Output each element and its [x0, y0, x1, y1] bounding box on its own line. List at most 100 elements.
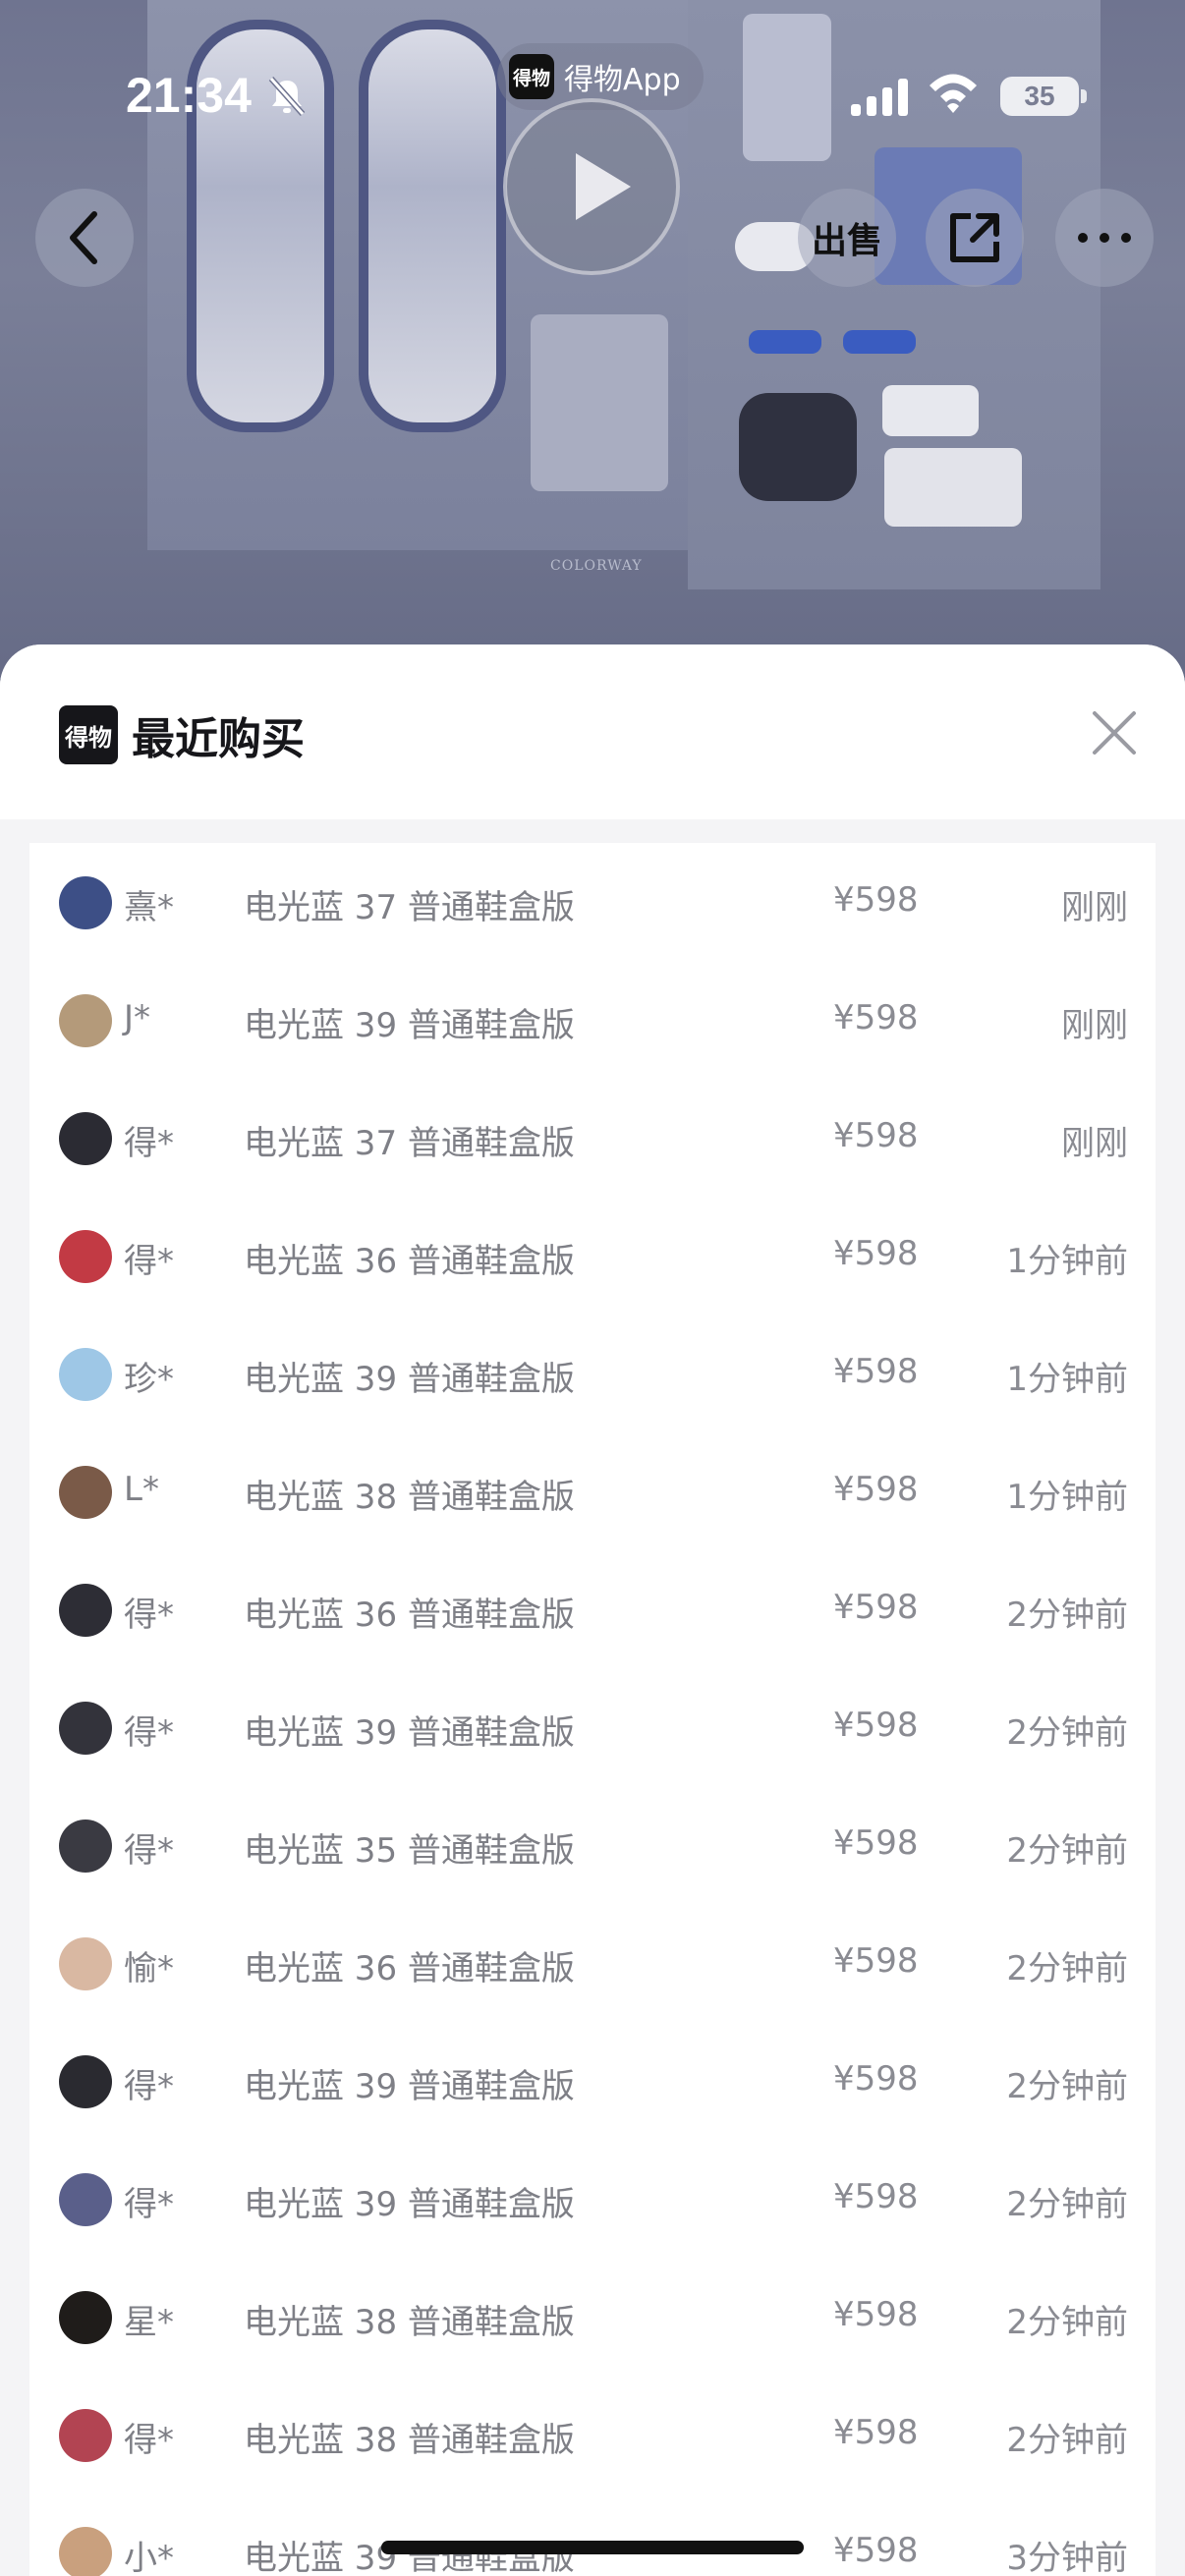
hero-caption: COLORWAY [550, 558, 643, 574]
purchase-price: ¥598 [833, 880, 919, 920]
battery-indicator: 35 [1000, 77, 1079, 116]
share-button[interactable] [926, 189, 1024, 287]
purchase-time: 2分钟前 [1006, 1713, 1128, 1753]
buyer-avatar [59, 2291, 112, 2344]
purchase-time: 1分钟前 [1006, 1360, 1128, 1399]
purchase-description: 电光蓝 37 普通鞋盒版 [244, 888, 575, 927]
purchase-time: 1分钟前 [1006, 1478, 1128, 1517]
close-icon[interactable] [1089, 707, 1140, 758]
purchase-description: 电光蓝 38 普通鞋盒版 [244, 2303, 575, 2342]
purchase-row: 珍* 电光蓝 39 普通鞋盒版 ¥598 1分钟前 [29, 1315, 1156, 1432]
tag-image [749, 330, 821, 354]
buyer-avatar [59, 1584, 112, 1637]
buyer-name: 得* [124, 1242, 174, 1281]
purchase-description: 电光蓝 39 普通鞋盒版 [244, 1360, 575, 1399]
sticker-image [884, 448, 1022, 527]
sheet-title: 最近购买 [132, 714, 305, 764]
buyer-name: J* [124, 998, 151, 1037]
purchase-price: ¥598 [833, 998, 919, 1037]
purchase-price: ¥598 [833, 2295, 919, 2334]
home-indicator[interactable] [381, 2541, 804, 2554]
purchase-time: 2分钟前 [1006, 2421, 1128, 2460]
purchase-description: 电光蓝 36 普通鞋盒版 [244, 1242, 575, 1281]
recent-purchases-sheet: 得物 最近购买 熹* 电光蓝 37 普通鞋盒版 ¥598 刚刚 J* 电光蓝 39 普通鞋… [0, 644, 1185, 2576]
shoelace-pack-image [531, 314, 668, 491]
buyer-name: 小* [124, 2539, 174, 2576]
purchase-description: 电光蓝 39 普通鞋盒版 [244, 2185, 575, 2224]
purchase-list: 熹* 电光蓝 37 普通鞋盒版 ¥598 刚刚 J* 电光蓝 39 普通鞋盒版 ¥598 刚刚… [29, 843, 1156, 2576]
purchase-description: 电光蓝 39 普通鞋盒版 [244, 1006, 575, 1045]
screen: COLORWAY 21:34 得物 得物App 35 出售 得物 最近购买 熹*… [0, 0, 1185, 2576]
sell-label: 出售 [811, 221, 882, 261]
app-pill-label: 得物App [564, 63, 681, 97]
purchase-row: 星* 电光蓝 38 普通鞋盒版 ¥598 2分钟前 [29, 2258, 1156, 2376]
purchase-time: 2分钟前 [1006, 1596, 1128, 1635]
purchase-row: 得* 电光蓝 36 普通鞋盒版 ¥598 2分钟前 [29, 1550, 1156, 1668]
purchase-description: 电光蓝 39 普通鞋盒版 [244, 2067, 575, 2106]
buyer-name: 得* [124, 1124, 174, 1163]
purchase-price: ¥598 [833, 2531, 919, 2570]
buyer-name: 得* [124, 2067, 174, 2106]
buyer-name: L* [124, 1470, 159, 1509]
video-play-button[interactable] [503, 98, 680, 275]
share-icon [950, 213, 999, 262]
purchase-row: 小* 电光蓝 39 普通鞋盒版 ¥598 3分钟前 [29, 2493, 1156, 2576]
purchase-description: 电光蓝 36 普通鞋盒版 [244, 1949, 575, 1988]
tag-image [843, 330, 916, 354]
purchase-price: ¥598 [833, 2177, 919, 2216]
sticker-shoe-image [743, 14, 831, 161]
purchase-price: ¥598 [833, 2059, 919, 2099]
buyer-avatar [59, 1937, 112, 1990]
buyer-avatar [59, 1230, 112, 1283]
sell-button[interactable]: 出售 [798, 189, 896, 287]
buyer-avatar [59, 2055, 112, 2108]
purchase-row: 得* 电光蓝 37 普通鞋盒版 ¥598 刚刚 [29, 1079, 1156, 1197]
purchase-price: ¥598 [833, 1116, 919, 1155]
sheet-header: 得物 最近购买 [0, 644, 1185, 819]
buyer-avatar [59, 1820, 112, 1873]
buyer-avatar [59, 876, 112, 929]
buyer-name: 熹* [124, 888, 174, 927]
purchase-list-container: 熹* 电光蓝 37 普通鞋盒版 ¥598 刚刚 J* 电光蓝 39 普通鞋盒版 ¥598 刚刚… [0, 819, 1185, 2576]
buyer-avatar [59, 1702, 112, 1755]
buyer-avatar [59, 994, 112, 1047]
purchase-price: ¥598 [833, 1941, 919, 1981]
app-logo: 得物 [509, 54, 554, 99]
battery-tip [1081, 89, 1087, 103]
purchase-row: 得* 电光蓝 39 普通鞋盒版 ¥598 2分钟前 [29, 2140, 1156, 2258]
more-button[interactable] [1055, 189, 1154, 287]
buyer-avatar [59, 2173, 112, 2226]
purchase-price: ¥598 [833, 1823, 919, 1863]
buyer-name: 得* [124, 1831, 174, 1871]
sticker-image [882, 385, 979, 436]
right-shoe-image [359, 20, 506, 432]
purchase-time: 刚刚 [1061, 1006, 1128, 1045]
purchase-price: ¥598 [833, 1234, 919, 1273]
purchase-row: J* 电光蓝 39 普通鞋盒版 ¥598 刚刚 [29, 961, 1156, 1079]
buyer-avatar [59, 1348, 112, 1401]
buyer-name: 愉* [124, 1949, 174, 1988]
buyer-avatar [59, 2409, 112, 2462]
purchase-time: 2分钟前 [1006, 2303, 1128, 2342]
back-button[interactable] [35, 189, 134, 287]
purchase-row: 得* 电光蓝 39 普通鞋盒版 ¥598 2分钟前 [29, 2022, 1156, 2140]
dewu-logo: 得物 [59, 705, 118, 764]
purchase-time: 1分钟前 [1006, 1242, 1128, 1281]
purchase-description: 电光蓝 39 普通鞋盒版 [244, 1713, 575, 1753]
purchase-description: 电光蓝 36 普通鞋盒版 [244, 1596, 575, 1635]
purchase-time: 2分钟前 [1006, 2067, 1128, 2106]
wifi-icon [930, 74, 977, 113]
chevron-left-icon [70, 211, 97, 264]
purchase-price: ¥598 [833, 1352, 919, 1391]
purchase-time: 刚刚 [1061, 1124, 1128, 1163]
status-time: 21:34 [126, 68, 252, 123]
purchase-description: 电光蓝 35 普通鞋盒版 [244, 1831, 575, 1871]
buyer-name: 得* [124, 1596, 174, 1635]
purchase-time: 刚刚 [1061, 888, 1128, 927]
buyer-name: 得* [124, 2185, 174, 2224]
rs-logo-sticker [739, 393, 857, 501]
purchase-time: 2分钟前 [1006, 1831, 1128, 1871]
purchase-row: 愉* 电光蓝 36 普通鞋盒版 ¥598 2分钟前 [29, 1904, 1156, 2022]
purchase-price: ¥598 [833, 1706, 919, 1745]
purchase-time: 3分钟前 [1006, 2539, 1128, 2576]
